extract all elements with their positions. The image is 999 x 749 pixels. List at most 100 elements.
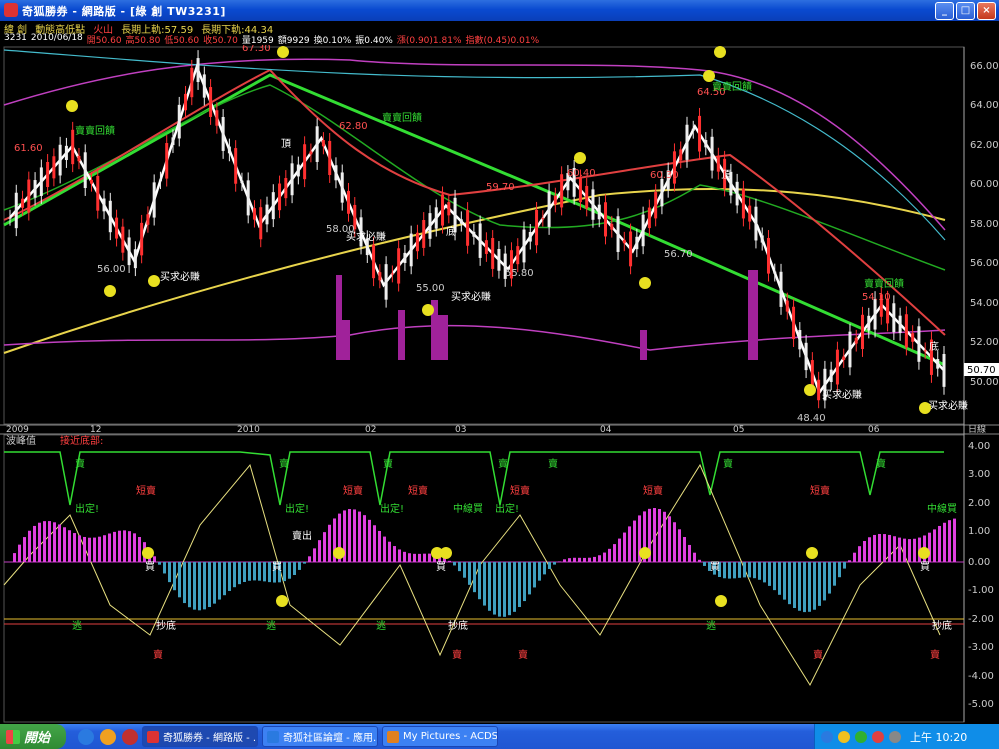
histogram-bar xyxy=(883,534,886,562)
histogram-bar xyxy=(538,562,541,581)
candle-body xyxy=(171,137,175,146)
histogram-bar xyxy=(383,536,386,562)
histogram-bar xyxy=(303,562,306,564)
histogram-bar xyxy=(398,549,401,562)
histogram-bar xyxy=(578,557,581,562)
quote-index: 指數(0.45)0.01% xyxy=(465,36,540,46)
task-button-forum[interactable]: 奇狐社區論壇 - 應用... xyxy=(262,726,378,747)
task-button-acdsee[interactable]: My Pictures - ACDSee... xyxy=(382,726,498,747)
email-icon[interactable] xyxy=(100,728,116,745)
price-label: 54.10 xyxy=(862,292,891,303)
candle-body xyxy=(202,74,206,98)
start-button[interactable]: 開始 xyxy=(0,724,66,749)
price-tick: 54.00 xyxy=(970,298,999,309)
histogram-bar xyxy=(223,562,226,596)
candle-body xyxy=(328,140,332,176)
histogram-bar xyxy=(353,509,356,562)
lower-annotations: 賣 賣 賣 賣 賣 賣 賣 短賣 短賣 短賣 短賣 短賣 短賣 出定! 出定! … xyxy=(72,457,957,661)
short-sell-label: 短賣 xyxy=(643,484,663,497)
candle-body xyxy=(184,93,188,111)
smiley-icon xyxy=(919,402,931,414)
candle-body xyxy=(221,117,225,151)
histogram-bar xyxy=(858,546,861,562)
task-button-app[interactable]: 奇狐勝券 - 網路版 - ... xyxy=(142,726,258,747)
browser-icon[interactable] xyxy=(78,728,94,745)
histogram-bar xyxy=(603,552,606,562)
long-down-value: 長期下軌:44.34 xyxy=(201,25,274,36)
candle-body xyxy=(472,231,476,237)
candle-body xyxy=(466,210,470,246)
candle-body xyxy=(441,194,445,226)
price-tick: 64.00 xyxy=(970,100,999,111)
candle-body xyxy=(560,174,564,208)
histogram-bar xyxy=(818,562,821,606)
lower-band-curve xyxy=(3,324,946,351)
candle-body xyxy=(127,237,131,266)
close-button[interactable]: × xyxy=(977,2,996,20)
histogram-bar xyxy=(478,562,481,600)
histogram-bar xyxy=(208,562,211,608)
taskbar: 開始 奇狐勝券 - 網路版 - ... 奇狐社區論壇 - 應用... My Pi… xyxy=(0,724,999,749)
histogram-bar xyxy=(528,562,531,595)
candle-body xyxy=(635,236,639,250)
histogram-bar xyxy=(893,536,896,562)
smiley-icon xyxy=(333,547,345,559)
histogram-bar xyxy=(823,562,826,601)
sell-label: 賣 xyxy=(876,457,886,470)
candle-body xyxy=(735,181,739,206)
histogram-bar xyxy=(458,562,461,572)
candle-body xyxy=(798,330,802,350)
smiley-icon xyxy=(918,547,930,559)
price-label: 61.60 xyxy=(14,143,43,154)
histogram-bar xyxy=(513,562,516,612)
histogram-bar xyxy=(943,522,946,562)
histogram-bar xyxy=(368,519,371,562)
indicator-label: 動態高低點 xyxy=(35,25,86,36)
candle-body xyxy=(152,182,156,218)
buy-label: 買 xyxy=(920,561,930,573)
price-tick: 60.00 xyxy=(970,179,999,190)
signal-label: 买求必賺 xyxy=(160,270,200,283)
histogram-bar xyxy=(328,524,331,562)
price-label: 56.70 xyxy=(664,249,693,260)
candle-body xyxy=(89,179,93,184)
histogram-bar xyxy=(63,527,66,562)
short-sell-label: 短賣 xyxy=(136,484,156,497)
price-tick: 62.00 xyxy=(970,140,999,151)
candle-body xyxy=(296,164,300,177)
volume-bar xyxy=(342,320,350,360)
histogram-bar xyxy=(673,522,676,562)
histogram-bar xyxy=(618,538,621,562)
tray-icon[interactable] xyxy=(821,730,833,743)
candle-body xyxy=(422,220,426,248)
histogram-bar xyxy=(888,534,891,562)
minimize-button[interactable]: _ xyxy=(935,2,954,20)
quote-amplitude: 振0.40% xyxy=(355,36,393,46)
candle-body xyxy=(892,303,896,333)
histogram-bar xyxy=(523,562,526,602)
candle-body xyxy=(541,218,545,220)
tray-icon[interactable] xyxy=(872,730,884,743)
chart-area[interactable]: 66.00 64.00 62.00 60.00 58.00 56.00 54.0… xyxy=(0,45,999,724)
restore-button[interactable]: □ xyxy=(956,2,975,20)
histogram-bar xyxy=(553,562,556,565)
osc-tick: -2.00 xyxy=(968,614,994,625)
candle-body xyxy=(265,204,269,225)
histogram-bar xyxy=(853,552,856,562)
tray-icon[interactable] xyxy=(838,730,850,743)
histogram-bar xyxy=(683,537,686,562)
volume-icon[interactable] xyxy=(889,730,901,743)
short-sell-label: 短賣 xyxy=(810,484,830,497)
histogram-bar xyxy=(778,562,781,595)
candle-body xyxy=(654,192,658,219)
price-label: 67.30 xyxy=(242,45,271,54)
candle-body xyxy=(259,207,263,240)
tray-icon[interactable] xyxy=(855,730,867,743)
sell-bottom-label: 賣 xyxy=(930,648,940,661)
histogram-bar xyxy=(373,525,376,562)
histogram-bar xyxy=(183,562,186,604)
candle-body xyxy=(271,192,275,220)
app-shortcut-icon[interactable] xyxy=(122,728,138,745)
candle-body xyxy=(685,124,689,160)
histogram-bar xyxy=(268,562,271,583)
